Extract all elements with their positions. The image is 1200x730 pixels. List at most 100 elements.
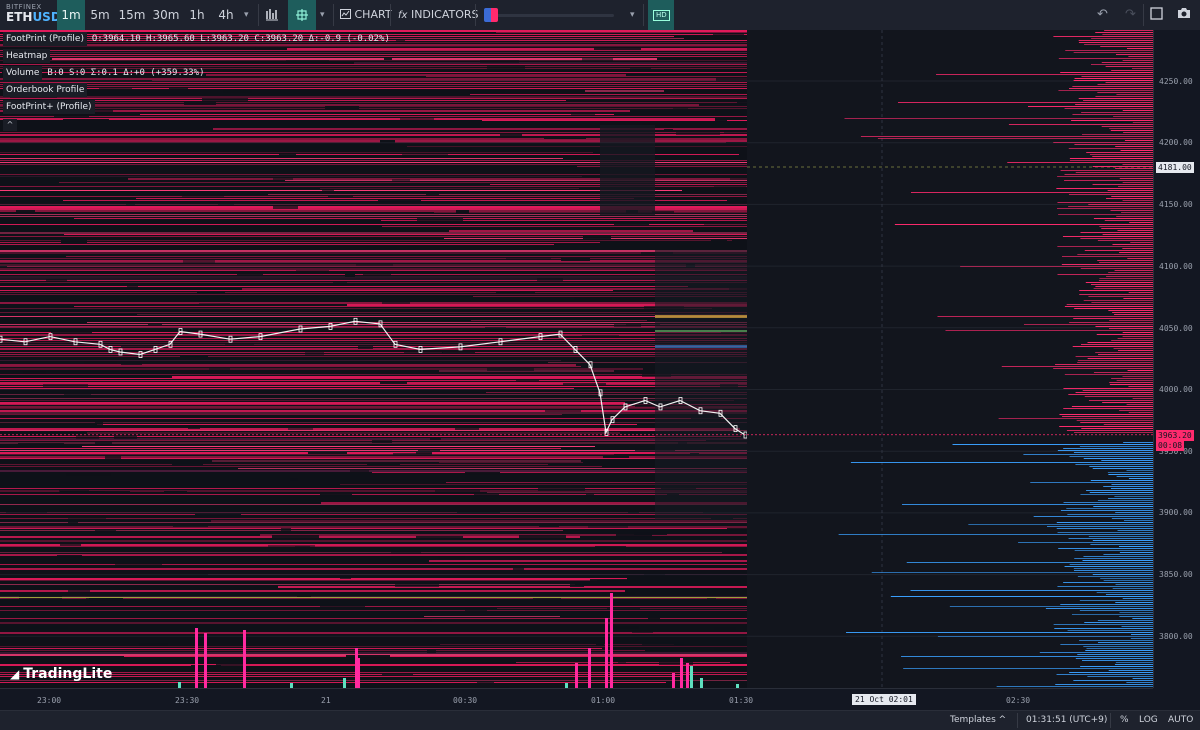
heatmap-intensity-slider[interactable] xyxy=(484,8,614,22)
bid-bar xyxy=(1080,494,1153,495)
auto-scale-toggle[interactable]: AUTO xyxy=(1168,715,1193,725)
bid-bar xyxy=(1119,616,1153,617)
liquidity-band xyxy=(0,646,747,647)
bid-bar xyxy=(1073,568,1153,569)
ask-bar xyxy=(1122,332,1153,333)
heatmap-gap xyxy=(176,601,192,604)
heatmap-gap xyxy=(596,643,604,646)
heatmap-gap xyxy=(288,427,313,430)
hd-toggle[interactable]: HD xyxy=(648,0,674,30)
liquidity-band xyxy=(0,504,747,505)
ask-bar xyxy=(1073,80,1153,81)
liquidity-band xyxy=(424,616,560,617)
heatmap-gap xyxy=(15,309,33,312)
footprint-plus-legend[interactable]: FootPrint+ (Profile) xyxy=(3,100,95,114)
heatmap-gap xyxy=(346,655,390,658)
redo-icon[interactable]: ↷ xyxy=(1125,7,1136,22)
chevron-down-icon[interactable]: ▾ xyxy=(630,10,635,20)
heatmap-chart[interactable]: FootPrint (Profile) O:3964.10 H:3965.60 … xyxy=(0,30,747,688)
symbol-base: ETH xyxy=(6,10,33,24)
liquidity-band xyxy=(0,578,627,580)
chevron-down-icon[interactable]: ▾ xyxy=(320,10,325,20)
timeframe-1m[interactable]: 1m xyxy=(57,0,85,30)
collapse-legend-button[interactable]: ^ xyxy=(3,119,17,131)
time-axis[interactable]: 23:00 23:30 21 00:30 01:00 01:30 02:30 2… xyxy=(0,688,1153,711)
ask-bar xyxy=(1008,124,1153,125)
statusbar-divider xyxy=(1017,713,1018,728)
liquidity-band xyxy=(0,384,747,385)
heatmap-gap xyxy=(225,343,254,346)
undo-icon[interactable]: ↶ xyxy=(1097,7,1108,22)
timeframe-15m[interactable]: 15m xyxy=(116,0,148,30)
volume-legend-title[interactable]: Volume xyxy=(3,66,43,80)
heatmap-gap xyxy=(704,223,747,226)
timeframe-4h[interactable]: 4h xyxy=(212,0,240,30)
orderbook-legend-title[interactable]: Orderbook Profile xyxy=(3,83,88,97)
heatmap-gap xyxy=(356,263,393,266)
heatmap-canvas[interactable] xyxy=(0,30,747,688)
ask-bar xyxy=(1113,116,1153,117)
heatmap-tool-button[interactable] xyxy=(288,0,316,30)
ask-bar xyxy=(1057,246,1153,247)
bid-bar xyxy=(1069,672,1153,673)
ask-bar xyxy=(1092,184,1153,185)
footprint-legend-title[interactable]: FootPrint (Profile) xyxy=(3,32,87,46)
toolbar-divider xyxy=(333,4,334,26)
timeframe-1h[interactable]: 1h xyxy=(184,0,210,30)
ask-bar xyxy=(1058,58,1153,59)
heatmap-gap xyxy=(63,119,109,122)
heatmap-gap xyxy=(408,246,419,249)
bid-bar xyxy=(1030,482,1153,483)
footprint-plus-legend-title[interactable]: FootPrint+ (Profile) xyxy=(3,100,95,114)
orderbook-legend[interactable]: Orderbook Profile xyxy=(3,83,88,97)
ask-bar xyxy=(1097,92,1153,93)
price-label: 3850.00 xyxy=(1159,570,1193,579)
camera-icon[interactable] xyxy=(1177,7,1191,23)
percent-scale-toggle[interactable]: % xyxy=(1120,715,1129,725)
bid-bar xyxy=(1060,510,1153,511)
liquidity-band xyxy=(0,430,747,431)
chart-button[interactable]: CHART xyxy=(340,4,392,26)
liquidity-band xyxy=(0,268,747,270)
timeframe-30m[interactable]: 30m xyxy=(149,0,183,30)
liquidity-band xyxy=(66,256,747,257)
bid-bar xyxy=(949,606,1153,607)
clock-timezone[interactable]: 01:31:51 (UTC+9) xyxy=(1026,715,1107,725)
footprint-legend[interactable]: FootPrint (Profile) O:3964.10 H:3965.60 … xyxy=(3,32,390,46)
heatmap-gap xyxy=(184,102,216,105)
ask-bar xyxy=(1090,284,1153,285)
ask-bar xyxy=(1059,426,1153,427)
chevron-down-icon[interactable]: ▾ xyxy=(244,10,249,20)
ask-bar xyxy=(1073,318,1153,319)
timeframe-5m[interactable]: 5m xyxy=(86,0,114,30)
heatmap-legend[interactable]: Heatmap xyxy=(3,49,51,63)
price-axis[interactable]: 4250.00 4200.00 4150.00 4100.00 4050.00 … xyxy=(1153,30,1200,688)
liquidity-band xyxy=(0,454,614,455)
slider-handle[interactable] xyxy=(484,8,498,22)
heatmap-gap xyxy=(299,419,313,422)
indicators-button[interactable]: fx INDICATORS xyxy=(398,4,479,26)
ask-bar xyxy=(1068,394,1153,395)
bid-bar xyxy=(1069,456,1153,457)
orderbook-profile-area[interactable] xyxy=(747,30,1153,688)
fullscreen-icon[interactable] xyxy=(1150,7,1163,24)
liquidity-band xyxy=(0,378,747,379)
bid-bar xyxy=(1058,548,1153,549)
bid-bar xyxy=(903,668,1153,669)
liquidity-band xyxy=(0,334,747,336)
heatmap-gap xyxy=(614,222,649,225)
watermark-text: TradingLite xyxy=(23,666,113,682)
templates-button[interactable]: Templates ^ xyxy=(950,715,1006,725)
heatmap-gap xyxy=(391,551,421,554)
bid-bar xyxy=(1067,630,1153,631)
liquidity-band xyxy=(0,544,747,546)
heatmap-legend-title[interactable]: Heatmap xyxy=(3,49,51,63)
bar-chart-icon[interactable] xyxy=(265,7,279,25)
symbol-selector[interactable]: BITFINEX ETHUSD xyxy=(6,3,61,24)
log-scale-toggle[interactable]: LOG xyxy=(1139,715,1158,725)
bid-bar xyxy=(1077,576,1153,577)
liquidity-band xyxy=(382,226,747,227)
heatmap-gap xyxy=(559,592,588,595)
ask-bar xyxy=(1115,54,1153,55)
volume-legend[interactable]: Volume B:0 S:0 Σ:0.1 Δ:+0 (+359.33%) xyxy=(3,66,205,80)
